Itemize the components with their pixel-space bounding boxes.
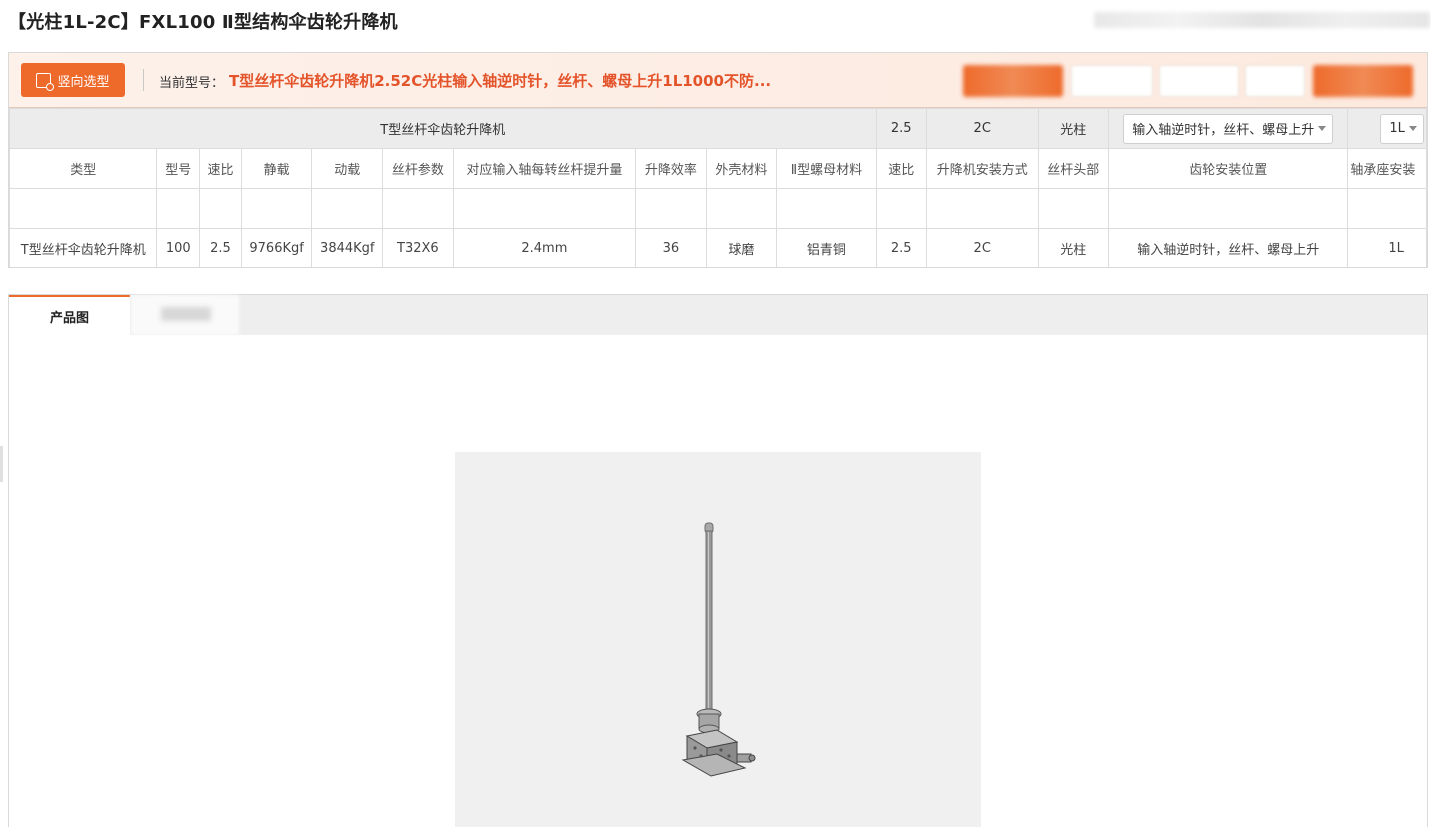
table-cell: 36 <box>635 228 707 267</box>
product-image-frame <box>455 452 981 827</box>
column-header: 静载 <box>240 148 313 189</box>
column-header: 速比 <box>875 148 927 189</box>
column-header: 类型 <box>9 148 158 189</box>
selection-panel: 竖向选型 当前型号： T型丝杆伞齿轮升降机2.52C光柱输入轴逆时针，丝杆、螺母… <box>8 52 1428 268</box>
selection-icon <box>36 72 55 91</box>
blurred-action-button-3[interactable] <box>1159 65 1239 97</box>
table-cell: 1L <box>1347 228 1427 267</box>
bolt <box>699 754 703 758</box>
spec-table: T型丝杆伞齿轮升降机 2.5 2C 光柱 输入轴逆时针，丝杆、螺母上升 1L 类… <box>9 108 1427 267</box>
table-cell: 输入轴逆时针，丝杆、螺母上升 <box>1108 228 1349 267</box>
selector-ratio-cell[interactable]: 2.5 <box>875 108 927 149</box>
bolt <box>727 754 731 758</box>
blurred-action-button-2[interactable] <box>1071 65 1153 97</box>
table-cell: T型丝杆伞齿轮升降机 <box>9 228 158 267</box>
current-model-label: 当前型号： <box>159 76 225 91</box>
column-header: 轴承座安装 <box>1347 148 1427 189</box>
chevron-down-icon <box>1318 126 1327 131</box>
divider <box>143 69 144 91</box>
column-header: 型号 <box>156 148 201 189</box>
gear-position-dropdown-value: 输入轴逆时针，丝杆、螺母上升 <box>1132 123 1315 138</box>
column-header: 动载 <box>311 148 384 189</box>
table-row-empty <box>9 188 1427 229</box>
blurred-action-button-4[interactable] <box>1245 65 1305 97</box>
bolt <box>693 746 697 750</box>
selector-row: T型丝杆伞齿轮升降机 2.5 2C 光柱 输入轴逆时针，丝杆、螺母上升 1L <box>9 108 1427 149</box>
blurred-action-button-5[interactable] <box>1313 65 1413 97</box>
selector-type-cell: T型丝杆伞齿轮升降机 <box>9 108 877 149</box>
current-model-value: T型丝杆伞齿轮升降机2.52C光柱输入轴逆时针，丝杆、螺母上升1L1000不防.… <box>229 72 772 90</box>
bearing-dropdown-value: 1L <box>1389 121 1405 136</box>
column-header: 丝杆头部 <box>1037 148 1110 189</box>
tab-blurred[interactable] <box>131 295 239 335</box>
table-cell: 2.5 <box>875 228 927 267</box>
lift-jack-image <box>681 522 756 777</box>
table-cell: 球磨 <box>705 228 778 267</box>
table-row: T型丝杆伞齿轮升降机 100 2.5 9766Kgf 3844Kgf T32X6… <box>9 228 1427 267</box>
selector-install-cell[interactable]: 2C <box>925 108 1039 149</box>
page-title: 【光柱1L-2C】FXL100 Ⅱ型结构伞齿轮升降机 <box>8 12 398 33</box>
table-cell: T32X6 <box>382 228 454 267</box>
table-cell: 3844Kgf <box>311 228 384 267</box>
blurred-header-links[interactable] <box>1094 12 1430 28</box>
chevron-down-icon <box>1408 126 1417 131</box>
column-header: 对应输入轴每转丝杆提升量 <box>452 148 637 189</box>
bolt <box>719 748 723 752</box>
table-cell: 2.4mm <box>452 228 637 267</box>
shaft-end <box>748 754 756 762</box>
table-cell: 100 <box>156 228 201 267</box>
side-scroll-handle[interactable] <box>0 446 3 482</box>
bearing-dropdown[interactable]: 1L <box>1380 113 1424 144</box>
vertical-selection-label: 竖向选型 <box>57 74 110 90</box>
column-header: 升降机安装方式 <box>925 148 1039 189</box>
vertical-selection-button[interactable]: 竖向选型 <box>21 63 125 97</box>
column-header: 外壳材料 <box>705 148 778 189</box>
column-header: 齿轮安装位置 <box>1108 148 1349 189</box>
tab-product-image[interactable]: 产品图 <box>9 295 130 336</box>
blurred-action-button-1[interactable] <box>963 65 1063 97</box>
table-cell: 光柱 <box>1037 228 1110 267</box>
table-cell: 铝青铜 <box>776 228 877 267</box>
column-header: 升降效率 <box>635 148 707 189</box>
table-cell: 2C <box>925 228 1039 267</box>
column-header: Ⅱ型螺母材料 <box>776 148 877 189</box>
selector-gear-position-cell: 输入轴逆时针，丝杆、螺母上升 <box>1108 108 1349 149</box>
column-header: 速比 <box>199 148 242 189</box>
column-header: 丝杆参数 <box>382 148 454 189</box>
table-cell: 2.5 <box>199 228 242 267</box>
current-model-bar: 竖向选型 当前型号： T型丝杆伞齿轮升降机2.52C光柱输入轴逆时针，丝杆、螺母… <box>9 53 1427 108</box>
table-header-row: 类型 型号 速比 静载 动载 丝杆参数 对应输入轴每转丝杆提升量 升降效率 外壳… <box>9 148 1427 189</box>
selector-screw-head-cell[interactable]: 光柱 <box>1037 108 1110 149</box>
table-cell: 9766Kgf <box>240 228 313 267</box>
product-tabs: 产品图 <box>8 294 1428 827</box>
selector-bearing-cell: 1L <box>1347 108 1427 149</box>
gear-position-dropdown[interactable]: 输入轴逆时针，丝杆、螺母上升 <box>1123 113 1334 144</box>
